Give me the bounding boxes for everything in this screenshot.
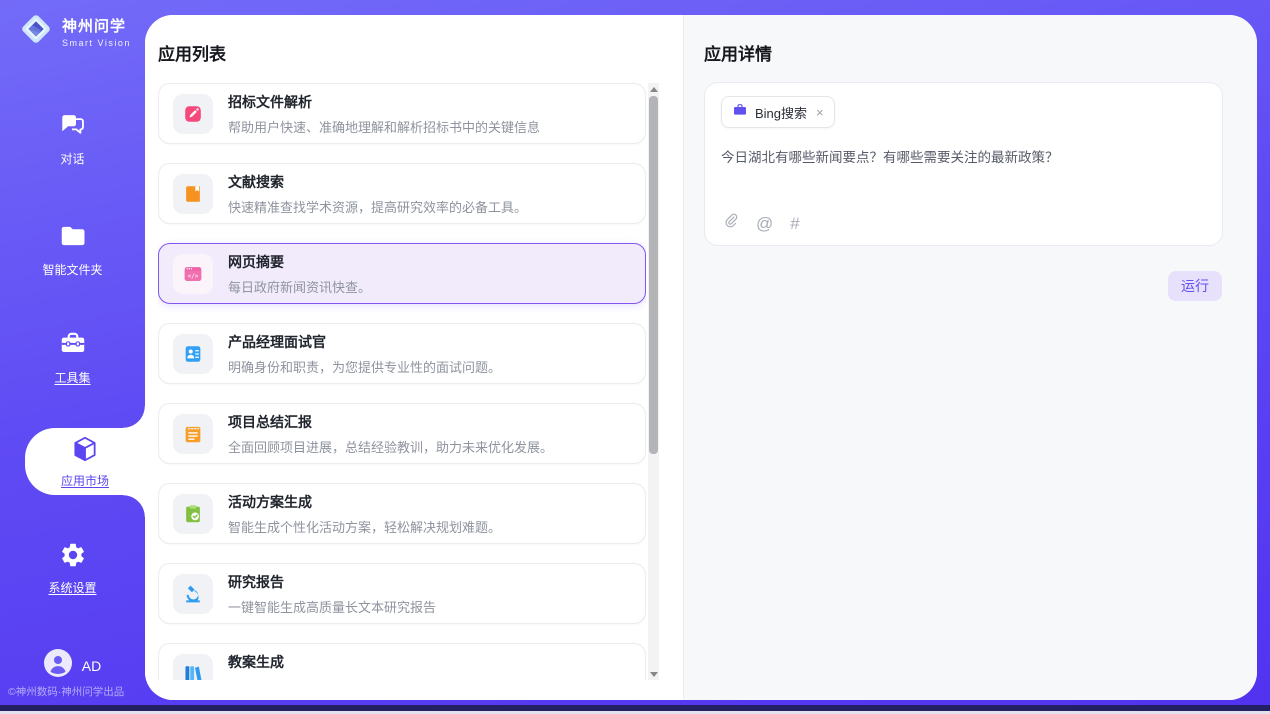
tool-tag-label: Bing搜索 <box>755 103 807 122</box>
sidebar-item-toolbox[interactable]: 工具集 <box>0 329 145 386</box>
app-card-desc: 智能生成个性化活动方案，轻松解决规划难题。 <box>228 517 501 536</box>
scrollbar-thumb[interactable] <box>649 96 658 454</box>
app-card[interactable]: 产品经理面试官 明确身份和职责，为您提供专业性的面试问题。 <box>158 323 646 384</box>
app-card[interactable]: 教案生成 模板驱动，教案秒成，教学准备从此轻松快捷 <box>158 643 646 680</box>
sidebar-item-label: 应用市场 <box>61 472 109 489</box>
cube-icon <box>70 434 100 469</box>
app-detail-pane: 应用详情 Bing搜索 × 今日湖北有哪些新闻要点？有哪些需要关注的最新政策？ <box>683 15 1257 700</box>
app-card[interactable]: 研究报告 一键智能生成高质量长文本研究报告 <box>158 563 646 624</box>
app-card-title: 网页摘要 <box>228 252 371 272</box>
scrollbar-up-arrow[interactable] <box>648 83 659 95</box>
folder-icon <box>58 221 88 256</box>
tool-tag-bing-search[interactable]: Bing搜索 × <box>721 96 835 128</box>
scrollbar[interactable] <box>648 83 659 680</box>
app-card-desc: 一键智能生成高质量长文本研究报告 <box>228 597 436 616</box>
sidebar-item-app-market[interactable]: 应用市场 <box>25 428 145 495</box>
books-icon <box>173 654 213 681</box>
app-card[interactable]: 活动方案生成 智能生成个性化活动方案，轻松解决规划难题。 <box>158 483 646 544</box>
brand-diamond-icon <box>18 11 54 52</box>
sidebar-item-label: 对话 <box>60 150 84 167</box>
app-card-desc: 每日政府新闻资讯快查。 <box>228 277 371 296</box>
sidebar-item-label: 智能文件夹 <box>42 261 102 278</box>
sidebar-item-settings[interactable]: 系统设置 <box>0 541 145 596</box>
clipboard-check-icon <box>173 494 213 534</box>
app-card[interactable]: 项目总结汇报 全面回顾项目进展，总结经验教训，助力未来优化发展。 <box>158 403 646 464</box>
app-card-desc: 全面回顾项目进展，总结经验教训，助力未来优化发展。 <box>228 437 553 456</box>
brand-name: 神州问学 <box>62 15 131 36</box>
brand-subtitle: Smart Vision <box>62 38 131 48</box>
app-card-desc: 帮助用户快速、准确地理解和解析招标书中的关键信息 <box>228 117 540 136</box>
brand-logo: 神州问学 Smart Vision <box>18 11 131 52</box>
browser-code-icon: </> <box>173 254 213 294</box>
mention-icon[interactable]: @ <box>756 215 773 232</box>
app-card-desc: 明确身份和职责，为您提供专业性的面试问题。 <box>228 357 501 376</box>
app-card[interactable]: 文献搜索 快速精准查找学术资源，提高研究效率的必备工具。 <box>158 163 646 224</box>
resume-icon <box>173 334 213 374</box>
avatar <box>44 649 72 682</box>
app-card-desc: 模板驱动，教案秒成，教学准备从此轻松快捷 <box>228 677 488 681</box>
chat-icon <box>58 110 88 145</box>
app-card-selected[interactable]: </> 网页摘要 每日政府新闻资讯快查。 <box>158 243 646 304</box>
sidebar-item-chat[interactable]: 对话 <box>0 110 145 167</box>
notepad-icon <box>173 414 213 454</box>
sidebar: 神州问学 Smart Vision 对话 智能文件夹 <box>0 0 145 714</box>
hash-icon[interactable]: # <box>790 215 799 232</box>
user-account[interactable]: AD <box>0 649 145 682</box>
app-card-desc: 快速精准查找学术资源，提高研究效率的必备工具。 <box>228 197 527 216</box>
book-icon <box>173 174 213 214</box>
copyright-footer: ©神州数码·神州问学出品 <box>8 684 124 699</box>
paperclip-icon[interactable] <box>722 212 739 234</box>
app-card-title: 教案生成 <box>228 652 488 672</box>
close-icon[interactable]: × <box>816 105 824 120</box>
edit-document-icon <box>173 94 213 134</box>
briefcase-icon <box>732 102 748 123</box>
app-card-title: 研究报告 <box>228 572 436 592</box>
content-panel: 应用列表 招标文件解析 帮助用户快速、准确地理解和解析招标书中的关键信息 <box>145 15 1257 700</box>
toolbox-icon <box>58 329 88 364</box>
app-list: 招标文件解析 帮助用户快速、准确地理解和解析招标书中的关键信息 文献搜索 快速精… <box>158 83 646 680</box>
app-detail-title: 应用详情 <box>704 40 772 65</box>
app-card-title: 项目总结汇报 <box>228 412 553 432</box>
app-list-pane: 应用列表 招标文件解析 帮助用户快速、准确地理解和解析招标书中的关键信息 <box>145 15 683 700</box>
user-name: AD <box>82 658 101 674</box>
app-list-title: 应用列表 <box>158 40 226 65</box>
sidebar-item-smart-folder[interactable]: 智能文件夹 <box>0 221 145 278</box>
svg-text:</>: </> <box>188 272 199 279</box>
composer-toolbar: @ # <box>722 212 800 234</box>
app-card-title: 招标文件解析 <box>228 92 540 112</box>
app-card-title: 产品经理面试官 <box>228 332 501 352</box>
sidebar-item-label: 系统设置 <box>48 579 96 596</box>
sidebar-item-label: 工具集 <box>54 369 90 386</box>
prompt-text[interactable]: 今日湖北有哪些新闻要点？有哪些需要关注的最新政策？ <box>721 148 1206 168</box>
composer-card[interactable]: Bing搜索 × 今日湖北有哪些新闻要点？有哪些需要关注的最新政策？ @ # <box>704 82 1223 246</box>
app-card-title: 活动方案生成 <box>228 492 501 512</box>
app-card[interactable]: 招标文件解析 帮助用户快速、准确地理解和解析招标书中的关键信息 <box>158 83 646 144</box>
run-button[interactable]: 运行 <box>1168 271 1222 301</box>
app-card-title: 文献搜索 <box>228 172 527 192</box>
gear-icon <box>59 541 87 574</box>
scrollbar-down-arrow[interactable] <box>648 668 659 680</box>
microscope-icon <box>173 574 213 614</box>
